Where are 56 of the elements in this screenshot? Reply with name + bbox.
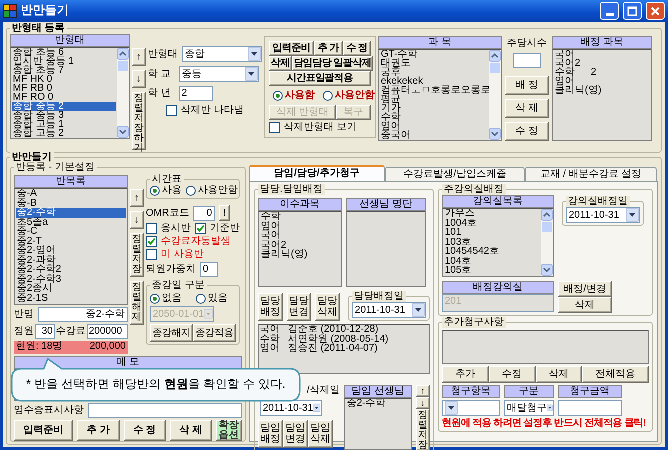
group-title: 강의실배정일 (566, 196, 630, 207)
radio-label: 사용안함 (198, 185, 238, 196)
group-title: 시간표 (150, 174, 184, 185)
hours-value: 2 (591, 68, 597, 77)
checkbox-label: 응시반 (161, 223, 191, 234)
subject-name: 영어 (260, 344, 281, 354)
teacher-entry: 서연학원 (2008-05-14) (288, 334, 389, 344)
checkbox-label: 삭제반형태 보기 (284, 122, 357, 133)
group-title: 반만들기 (10, 152, 54, 163)
group-title: 담당.담임배정 (258, 184, 325, 195)
list-header: 강의실목록 (442, 195, 554, 208)
field-label: 영수증표시사항 (14, 405, 84, 416)
list-header: 배정강의실 (442, 281, 554, 294)
list-header: 과 목 (378, 36, 502, 49)
warning-note: 현원에 적용 하려면 설정후 반드시 전체적용 클릭! (442, 418, 647, 429)
field-label: 퇴원가중치 (146, 264, 196, 275)
subject-name: 수학 (260, 334, 281, 344)
radio-label: 있음 (208, 293, 228, 304)
list-header: 반형태 (10, 34, 130, 47)
date-label: /삭제일 (307, 385, 340, 396)
column-header: 청구금액 (558, 385, 622, 398)
window-title: 반만들기 (21, 4, 70, 18)
group-title: 반등록 - 기본설정 (14, 162, 97, 173)
field-label: 반형태 (148, 48, 178, 60)
radio-label: 사용안함 (335, 90, 375, 101)
list-header: 담임 선생님 (344, 385, 412, 398)
list-header: 배정 과목 (552, 36, 652, 49)
group-title: 추가청구사항 (442, 317, 506, 328)
field-label: 학 년 (148, 88, 172, 99)
checkbox-label: 미 사용반 (161, 249, 204, 260)
radio-label: 사용함 (285, 90, 315, 101)
field-label: 주당시수 (507, 38, 547, 49)
field-label: 반명 (14, 309, 34, 320)
group-title: 주강의실배정 (442, 184, 506, 195)
field-label: 학 교 (148, 68, 172, 80)
enrollment-count: 현원: 18명 (16, 341, 63, 354)
list-header: 선생님 명단 (346, 198, 426, 211)
list-header: 이수과목 (258, 198, 342, 211)
group-title: 반형태 등록 (10, 23, 67, 34)
checkbox-label: 수강료자동발생 (161, 236, 231, 247)
field-label: 정원 (14, 326, 34, 337)
checkbox-label: 기준반 (210, 223, 240, 234)
radio-label: 사용 (162, 185, 182, 196)
field-label: OMR코드 (146, 208, 190, 218)
enrollment-amount: 200,000 (90, 341, 126, 354)
list-header: 반목록 (14, 175, 128, 188)
field-label: 수강료 (56, 326, 86, 337)
group-title: 담당배정일 (352, 291, 406, 302)
radio-label: 없음 (162, 293, 182, 304)
hint-tooltip-text: * 반을 선택하면 해당반의 현원을 확인할 수 있다. (26, 378, 286, 392)
group-title: 종강일 구분 (150, 280, 207, 291)
teacher-entry: 정승진 (2011-04-07) (288, 344, 378, 354)
column-header: 구분 (504, 385, 554, 398)
checkbox-label: 삭제반 나타냄 (181, 105, 244, 116)
column-header: 청구항목 (442, 385, 500, 398)
list-header: 메 모 (14, 356, 242, 369)
